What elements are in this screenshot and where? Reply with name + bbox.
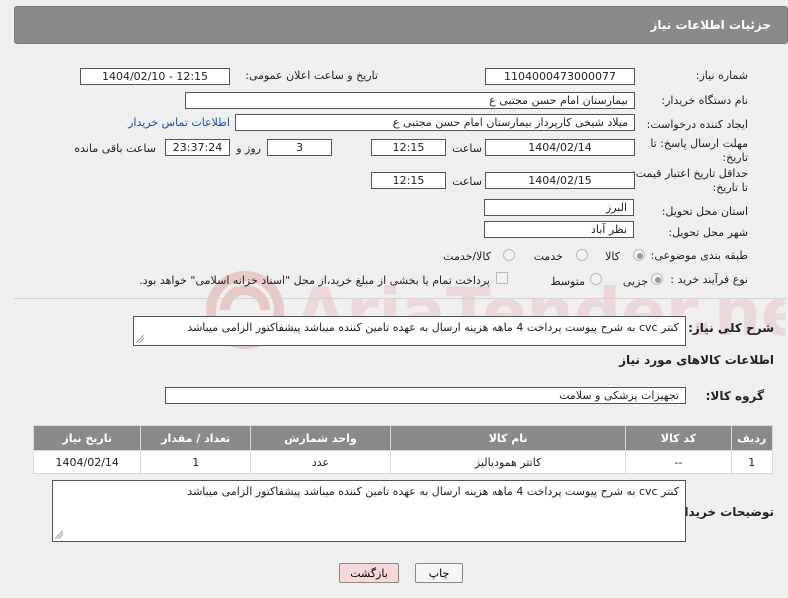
category-label: طبقه بندی موضوعی: — [650, 249, 748, 262]
remaining-time-field: 23:37:24 — [165, 139, 230, 156]
column-header: تعداد / مقدار — [140, 425, 251, 451]
buyer-org-field: بیمارستان امام حسن مجتبی ع — [185, 92, 635, 109]
remaining-time-label: ساعت باقی مانده — [74, 142, 156, 155]
announce-label: تاریخ و ساعت اعلان عمومی: — [245, 69, 378, 82]
contact-info-link[interactable]: اطلاعات تماس خریدار — [128, 116, 230, 129]
deadline-label-date: تاریخ: — [722, 151, 748, 164]
description-label: شرح کلی نیاز: — [688, 321, 774, 335]
need-number-field: 1104000473000077 — [485, 68, 635, 85]
goods-group-field: تجهیزات پزشکی و سلامت — [165, 387, 686, 404]
process-medium-radio[interactable] — [590, 273, 602, 285]
validity-label: حداقل تاریخ اعتبار قیمت: — [632, 167, 748, 180]
panel-header: جزئیات اطلاعات نیاز — [14, 6, 788, 44]
goods-table: ردیف کد کالا نام کالا واحد شمارش تعداد /… — [32, 425, 774, 474]
back-button[interactable]: بازگشت — [339, 563, 399, 583]
process-minor-radio[interactable] — [651, 273, 663, 285]
description-textarea[interactable]: کنتر cvc به شرح پیوست پرداخت 4 ماهه هزین… — [133, 316, 686, 346]
days-label: روز و — [236, 142, 261, 155]
deadline-time-label: ساعت — [452, 142, 482, 155]
days-field: 3 — [267, 139, 332, 156]
process-medium-label: متوسط — [550, 275, 585, 288]
process-minor-label: جزیی — [622, 275, 648, 288]
announce-field: 1404/02/10 - 12:15 — [80, 68, 230, 85]
validity-date-field: 1404/02/15 — [485, 172, 635, 189]
treasury-note: پرداخت تمام یا بخشی از مبلغ خرید،از محل … — [139, 274, 490, 287]
column-header: تاریخ نیاز — [32, 425, 142, 451]
resize-grip-icon[interactable] — [136, 335, 144, 343]
goods-section-title: اطلاعات کالاهای مورد نیاز — [619, 353, 774, 367]
requester-field: میلاد شیخی کارپرداز بیمارستان امام حسن م… — [235, 114, 635, 131]
category-service-label: خدمت — [533, 250, 563, 263]
category-service-radio[interactable] — [576, 249, 588, 261]
item-code: -- — [625, 450, 732, 474]
category-goods-label: کالا — [605, 250, 620, 263]
resize-grip-icon[interactable] — [55, 531, 63, 539]
panel-title: جزئیات اطلاعات نیاز — [650, 18, 771, 32]
treasury-checkbox[interactable] — [496, 272, 508, 284]
buyer-notes-label: توضیحات خریدار: — [672, 505, 774, 519]
validity-time-label: ساعت — [452, 175, 482, 188]
city-label: شهر محل تحویل: — [668, 226, 748, 239]
buyer-notes-textarea[interactable]: کنتر cvc به شرح پیوست پرداخت 4 ماهه هزین… — [52, 480, 686, 542]
deadline-time-field: 12:15 — [371, 139, 446, 156]
item-quantity: 1 — [140, 450, 251, 474]
requester-label: ایجاد کننده درخواست: — [646, 118, 748, 131]
city-field: نظر آباد — [484, 221, 634, 238]
column-header: واحد شمارش — [250, 425, 391, 451]
deadline-date-field: 1404/02/14 — [485, 139, 635, 156]
column-header: ردیف — [730, 425, 774, 451]
watermark-logo: AriaTender.neT — [206, 271, 785, 351]
category-goods-radio[interactable] — [633, 249, 645, 261]
need-number-label: شماره نیاز: — [695, 69, 748, 82]
category-both-radio[interactable] — [503, 249, 515, 261]
province-field: البرز — [484, 199, 634, 216]
item-need-date: 1404/02/14 — [32, 450, 142, 474]
validity-time-field: 12:15 — [371, 172, 446, 189]
column-header: کد کالا — [625, 425, 732, 451]
print-button[interactable]: چاپ — [415, 563, 463, 583]
validity-label-date: تا تاریخ: — [712, 181, 748, 194]
deadline-label: مهلت ارسال پاسخ: تا — [650, 137, 748, 150]
process-label: نوع فرآیند خرید : — [670, 273, 748, 286]
buyer-org-label: نام دستگاه خریدار: — [661, 94, 748, 107]
table-header-row: ردیف کد کالا نام کالا واحد شمارش تعداد /… — [32, 425, 774, 451]
buyer-notes-text: کنتر cvc به شرح پیوست پرداخت 4 ماهه هزین… — [187, 485, 679, 498]
item-unit: عدد — [250, 450, 391, 474]
goods-group-label: گروه کالا: — [705, 389, 764, 403]
item-name: کاتتر همودیالیز — [389, 450, 627, 474]
table-row: 1 -- کاتتر همودیالیز عدد 1 1404/02/14 — [32, 450, 774, 474]
divider — [14, 298, 788, 299]
description-text: کنتر cvc به شرح پیوست پرداخت 4 ماهه هزین… — [187, 321, 679, 334]
province-label: استان محل تحویل: — [661, 205, 748, 218]
category-both-label: کالا/خدمت — [443, 250, 491, 263]
column-header: نام کالا — [389, 425, 627, 451]
row-index: 1 — [730, 450, 774, 474]
